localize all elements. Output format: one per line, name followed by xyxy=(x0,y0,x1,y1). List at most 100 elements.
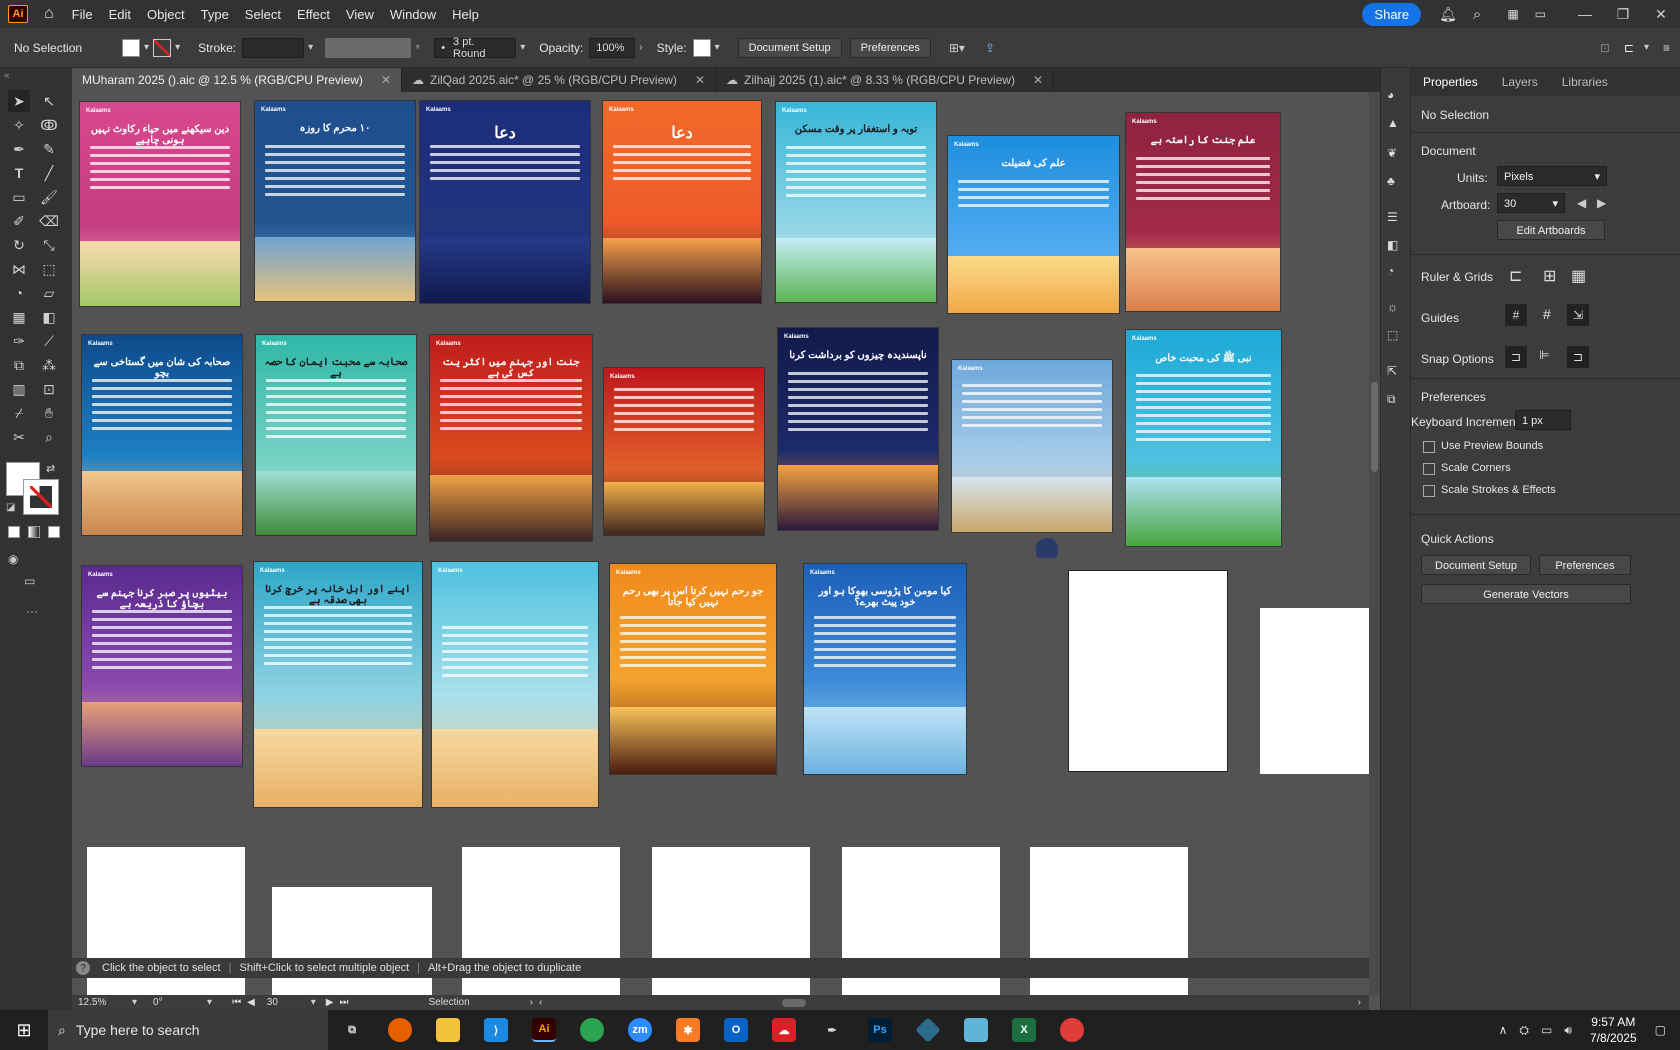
artboard[interactable]: Kalaams دعا xyxy=(420,101,590,303)
empty-artboard[interactable] xyxy=(1068,570,1228,772)
taskbar-search[interactable]: ⌕ Type here to search xyxy=(48,1010,328,1050)
stray-figure[interactable] xyxy=(1036,538,1058,558)
snap-grid-icon[interactable]: ⊫ xyxy=(1539,348,1549,362)
free-transform-icon[interactable]: ⬚ xyxy=(38,258,60,280)
fill-swatch[interactable] xyxy=(122,38,141,57)
tab-zilhajj[interactable]: ☁ Zilhajj 2025 (1).aic* @ 8.33 % (RGB/CPU… xyxy=(716,68,1054,92)
artboard-canvas[interactable]: Kalaams دین سیکھنے میں حیاء رکاوٹ نہیں ہ… xyxy=(72,92,1369,995)
transparency-grid-icon[interactable]: ▦ xyxy=(1571,266,1586,286)
artboard[interactable]: Kalaams xyxy=(432,562,598,807)
snap-pixel-icon[interactable]: ⊐ xyxy=(1567,346,1589,368)
start-icon[interactable]: ⊞ xyxy=(0,1010,48,1050)
bell-icon[interactable]: 🔔︎ xyxy=(1439,6,1457,23)
vertical-scrollbar[interactable] xyxy=(1369,92,1380,995)
gradient-icon[interactable]: ◧ xyxy=(38,306,60,328)
lock-guides-icon[interactable]: # xyxy=(1543,306,1551,322)
opacity-field[interactable]: 100% xyxy=(589,37,636,58)
next-artboard-icon[interactable]: ▶ xyxy=(1597,196,1606,210)
stroke-panel-icon[interactable]: ☰ xyxy=(1387,210,1398,224)
draw-mode-icon[interactable]: ◉ xyxy=(8,552,18,566)
rectangle-icon[interactable]: ▭ xyxy=(8,186,30,208)
chevron-right-icon[interactable]: › xyxy=(639,42,642,53)
color-mode-icon[interactable] xyxy=(8,526,20,538)
menu-effect[interactable]: Effect xyxy=(289,7,338,22)
artboard[interactable]: Kalaams توبہ و استغفار پر وقت مسکن xyxy=(776,102,936,302)
scale-icon[interactable]: ⤡ xyxy=(38,234,60,256)
status-arrow-icon[interactable]: › xyxy=(530,997,533,1008)
creative-cloud-icon[interactable]: ☁ xyxy=(772,1018,796,1042)
tab-libraries[interactable]: Libraries xyxy=(1550,75,1620,89)
snap-icon[interactable]: ⊏ xyxy=(1624,41,1634,55)
close-tab-icon[interactable]: ✕ xyxy=(695,73,705,87)
pen-app-icon[interactable]: ✒ xyxy=(820,1018,844,1042)
artboard[interactable]: Kalaams کیا مومن کا پڑوسی بھوکا ہو اور خ… xyxy=(804,564,966,774)
file-explorer-icon[interactable] xyxy=(436,1018,460,1042)
artboard[interactable]: Kalaams علم کی فضیلت xyxy=(948,136,1119,313)
align-icon[interactable]: ⊞▾ xyxy=(949,41,965,55)
gradient-panel-icon[interactable]: ◧ xyxy=(1387,238,1398,252)
tools-collapse-icon[interactable]: « xyxy=(4,70,10,81)
scroll-left-icon[interactable]: ‹ xyxy=(539,997,542,1008)
qa-document-setup-button[interactable]: Document Setup xyxy=(1421,555,1531,575)
rotate-value[interactable]: 0° xyxy=(153,997,203,1008)
artboard[interactable]: Kalaams xyxy=(604,368,764,535)
measure-icon[interactable]: ⟋ xyxy=(38,330,60,352)
stroke-swatch[interactable] xyxy=(153,38,172,57)
scroll-thumb[interactable] xyxy=(1371,382,1378,472)
network-icon[interactable]: ▭ xyxy=(1541,1023,1552,1037)
chevron-down-icon[interactable]: ▾ xyxy=(207,997,212,1008)
chevron-down-icon[interactable]: ▾ xyxy=(1644,42,1649,53)
minimize-icon[interactable]: — xyxy=(1566,6,1604,22)
chevron-down-icon[interactable]: ▾ xyxy=(175,42,180,53)
clock[interactable]: 9:57 AM 7/8/2025 xyxy=(1590,1014,1637,1046)
perspective-icon[interactable]: ▱ xyxy=(38,282,60,304)
notifications-icon[interactable]: ▢ xyxy=(1655,1023,1666,1037)
menu-edit[interactable]: Edit xyxy=(101,7,139,22)
task-view-icon[interactable]: ⧉ xyxy=(340,1018,364,1042)
tab-properties[interactable]: Properties xyxy=(1411,75,1490,89)
restore-icon[interactable]: ❐ xyxy=(1604,6,1642,23)
brushes-icon[interactable]: ❦ xyxy=(1387,146,1397,160)
zoom-icon[interactable]: zm xyxy=(628,1018,652,1042)
prev-artboard-icon[interactable]: ◀ xyxy=(1577,196,1586,210)
chevron-down-icon[interactable]: ▾ xyxy=(311,997,316,1008)
type-icon[interactable]: T xyxy=(8,162,30,184)
outlook-icon[interactable]: O xyxy=(724,1018,748,1042)
artboard[interactable]: Kalaams علم جنت کا راستہ ہے xyxy=(1126,113,1280,311)
menu-window[interactable]: Window xyxy=(382,7,444,22)
curvature-icon[interactable]: ✎ xyxy=(38,138,60,160)
none-mode-icon[interactable] xyxy=(48,526,60,538)
tab-muharam[interactable]: MUharam 2025 ().aic @ 12.5 % (RGB/CPU Pr… xyxy=(72,68,402,92)
illustrator-icon[interactable]: Ai xyxy=(532,1018,556,1042)
artboard-number[interactable]: 30 xyxy=(267,997,307,1008)
pen-icon[interactable]: ✒ xyxy=(8,138,30,160)
export-icon[interactable]: ⇱ xyxy=(1387,364,1397,378)
keyboard-increment-field[interactable]: 1 px xyxy=(1515,410,1571,430)
horizontal-scroll-thumb[interactable] xyxy=(782,998,807,1007)
close-icon[interactable]: ✕ xyxy=(1642,6,1680,23)
width-icon[interactable]: ⋈ xyxy=(8,258,30,280)
mesh-icon[interactable]: ▦ xyxy=(8,306,30,328)
units-select[interactable]: Pixels ▾ xyxy=(1497,166,1607,186)
rotate-icon[interactable]: ↻ xyxy=(8,234,30,256)
slice-icon[interactable]: ⌿ xyxy=(8,402,30,424)
chevron-down-icon[interactable]: ▾ xyxy=(715,42,720,53)
more-tools-icon[interactable]: ··· xyxy=(26,604,38,618)
document-setup-button[interactable]: Document Setup xyxy=(737,37,842,58)
excel-icon[interactable]: X xyxy=(1012,1018,1036,1042)
lasso-icon[interactable]: ↂ xyxy=(38,114,60,136)
color-panel-icon[interactable]: ◕ xyxy=(1387,88,1394,102)
gradient-mode-icon[interactable] xyxy=(28,526,40,538)
direct-selection-icon[interactable]: ↖ xyxy=(38,90,60,112)
chevron-down-icon[interactable]: ▾ xyxy=(132,997,137,1008)
zoom-icon[interactable]: ⌕ xyxy=(38,426,60,448)
hand-icon[interactable]: ✋︎ xyxy=(38,402,60,424)
color-guide-icon[interactable]: ▲ xyxy=(1387,116,1399,130)
artboard[interactable]: Kalaams دعا xyxy=(603,101,761,303)
close-tab-icon[interactable]: ✕ xyxy=(1033,73,1043,87)
first-page-icon[interactable]: ⏮ xyxy=(232,997,241,1008)
menu-object[interactable]: Object xyxy=(139,7,193,22)
chevron-down-icon[interactable]: ▾ xyxy=(144,42,149,53)
arrange-icon[interactable]: ▭ xyxy=(1535,7,1546,21)
stroke-weight-field[interactable] xyxy=(242,37,305,58)
